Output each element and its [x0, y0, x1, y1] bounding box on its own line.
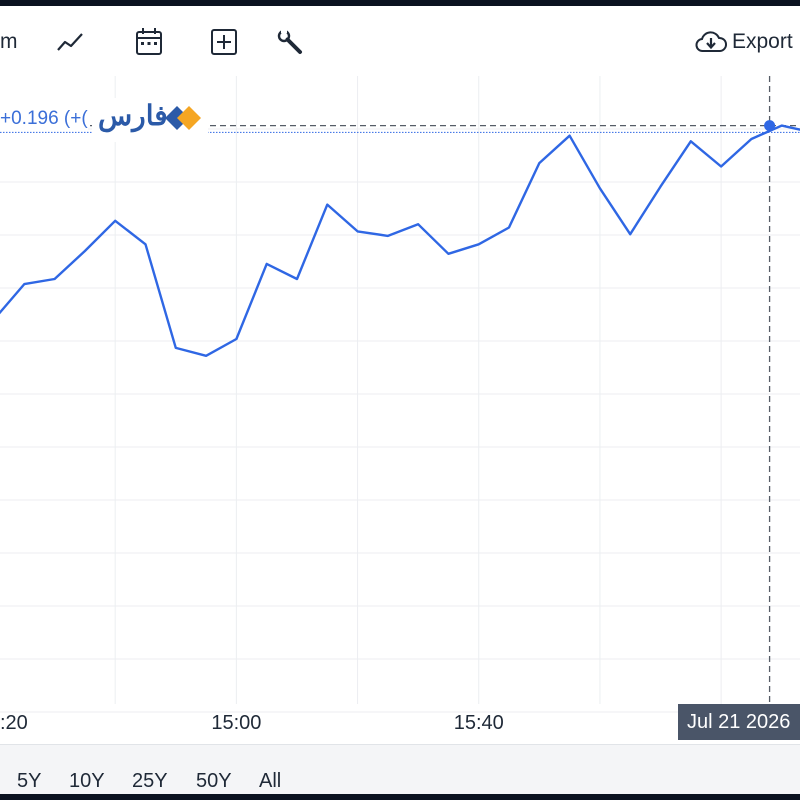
fars-logo: فارس: [92, 98, 208, 142]
price-change-label: +0.196 (+(: [0, 108, 88, 130]
x-tick-label: :20: [0, 712, 28, 734]
range-button-10y[interactable]: 10Y: [69, 770, 105, 793]
range-button-50y[interactable]: 50Y: [196, 770, 232, 793]
range-button-25y[interactable]: 25Y: [132, 770, 168, 793]
range-button-5y[interactable]: 5Y: [17, 770, 41, 793]
crosshair-date-label: Jul 21 2026: [678, 704, 800, 740]
price-series-line: [0, 124, 800, 357]
range-button-all[interactable]: All: [259, 770, 281, 793]
logo-diamond-icon: [165, 106, 201, 130]
crosshair-point: [764, 120, 776, 132]
chart-widget: m Export +0.196 (+(فارس:20 15:00 15:40…: [0, 6, 800, 794]
x-tick-label: 15:00: [211, 712, 262, 734]
logo-text: فارس: [98, 100, 168, 131]
range-selector: 5Y 10Y 25Y 50Y All: [0, 744, 800, 794]
x-tick-label: 15:40: [453, 712, 504, 734]
